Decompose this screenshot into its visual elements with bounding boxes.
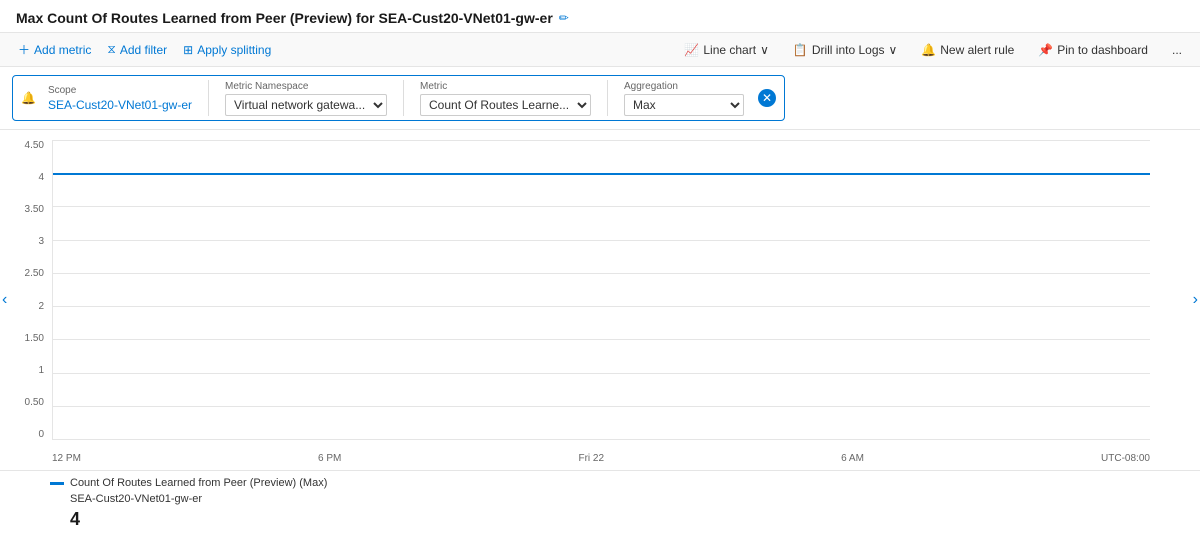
apply-splitting-label: Apply splitting: [197, 43, 271, 57]
x-label-6pm: 6 PM: [318, 453, 341, 464]
chart-nav-right-button[interactable]: ›: [1193, 291, 1198, 309]
plus-icon: ＋: [18, 41, 30, 58]
filter-divider-1: [208, 80, 209, 116]
metric-select[interactable]: Count Of Routes Learne...: [420, 94, 591, 116]
legend-item: Count Of Routes Learned from Peer (Previ…: [50, 477, 1150, 489]
filter-divider-2: [403, 80, 404, 116]
scope-bell-icon: 🔔: [21, 91, 36, 105]
metric-namespace-label: Metric Namespace: [225, 81, 387, 92]
drill-into-logs-label: Drill into Logs: [812, 43, 885, 57]
filter-box: 🔔 Scope SEA-Cust20-VNet01-gw-er Metric N…: [12, 75, 785, 121]
chevron-down-icon: ∨: [760, 43, 769, 57]
aggregation-section: Aggregation Max Min Avg Sum Count: [624, 81, 744, 116]
data-line: [53, 173, 1150, 175]
y-label-3-50: 3.50: [25, 204, 44, 215]
toolbar: ＋ Add metric ⧖ Add filter ⊞ Apply splitt…: [0, 32, 1200, 67]
filter-icon: ⧖: [107, 42, 115, 57]
chevron-down-icon2: ∨: [889, 43, 898, 57]
line-chart-label: Line chart: [703, 43, 756, 57]
new-alert-rule-label: New alert rule: [940, 43, 1014, 57]
line-chart-button[interactable]: 📈 Line chart ∨: [678, 39, 774, 61]
add-metric-label: Add metric: [34, 43, 91, 57]
toolbar-right: 📈 Line chart ∨ 📋 Drill into Logs ∨ 🔔 New…: [678, 39, 1188, 61]
logs-icon: 📋: [793, 43, 808, 57]
metric-namespace-section: Metric Namespace Virtual network gatewa.…: [225, 81, 387, 116]
legend-label: Count Of Routes Learned from Peer (Previ…: [70, 477, 327, 489]
scope-section: Scope SEA-Cust20-VNet01-gw-er: [48, 85, 192, 112]
grid-line-6: [53, 306, 1150, 307]
metric-section: Metric Count Of Routes Learne...: [420, 81, 591, 116]
y-label-4: 4: [38, 172, 44, 183]
legend-color-swatch: [50, 482, 64, 485]
grid-line-8: [53, 373, 1150, 374]
add-filter-button[interactable]: ⧖ Add filter: [101, 38, 173, 61]
x-label-fri22: Fri 22: [578, 453, 604, 464]
more-options-label: ...: [1172, 43, 1182, 57]
scope-label: Scope: [48, 85, 192, 96]
grid-line-4: [53, 240, 1150, 241]
grid-line-3: [53, 206, 1150, 207]
y-label-0-50: 0.50: [25, 397, 44, 408]
x-label-utc: UTC-08:00: [1101, 453, 1150, 464]
metric-namespace-select[interactable]: Virtual network gatewa...: [225, 94, 387, 116]
legend-value: 4: [50, 509, 1150, 530]
metric-label: Metric: [420, 81, 591, 92]
split-icon: ⊞: [183, 43, 193, 57]
grid-line-9: [53, 406, 1150, 407]
drill-into-logs-button[interactable]: 📋 Drill into Logs ∨: [787, 39, 903, 61]
y-label-3: 3: [38, 236, 44, 247]
page-header: Max Count Of Routes Learned from Peer (P…: [0, 0, 1200, 32]
filter-bar: 🔔 Scope SEA-Cust20-VNet01-gw-er Metric N…: [0, 67, 1200, 130]
y-label-0: 0: [38, 429, 44, 440]
y-label-1-50: 1.50: [25, 333, 44, 344]
alert-icon: 🔔: [921, 43, 936, 57]
y-label-1: 1: [38, 365, 44, 376]
chart-wrapper: ‹ › 4.50 4 3.50 3 2.50 2 1.50 1 0.50 0: [0, 130, 1200, 470]
grid-line-1: [53, 140, 1150, 141]
add-filter-label: Add filter: [120, 43, 167, 57]
apply-splitting-button[interactable]: ⊞ Apply splitting: [177, 39, 277, 61]
y-label-2-50: 2.50: [25, 268, 44, 279]
filter-divider-3: [607, 80, 608, 116]
y-label-2: 2: [38, 301, 44, 312]
aggregation-select[interactable]: Max Min Avg Sum Count: [624, 94, 744, 116]
toolbar-left: ＋ Add metric ⧖ Add filter ⊞ Apply splitt…: [12, 37, 277, 62]
pin-icon: 📌: [1038, 43, 1053, 57]
scope-value-button[interactable]: SEA-Cust20-VNet01-gw-er: [48, 98, 192, 112]
x-label-6am: 6 AM: [841, 453, 864, 464]
x-label-12pm: 12 PM: [52, 453, 81, 464]
legend: Count Of Routes Learned from Peer (Previ…: [0, 470, 1200, 536]
grid-line-7: [53, 339, 1150, 340]
grid-line-5: [53, 273, 1150, 274]
chart-nav-left-button[interactable]: ‹: [2, 291, 7, 309]
page-title: Max Count Of Routes Learned from Peer (P…: [16, 10, 553, 26]
edit-icon[interactable]: ✏: [559, 11, 569, 25]
pin-to-dashboard-button[interactable]: 📌 Pin to dashboard: [1032, 39, 1154, 61]
line-chart-icon: 📈: [684, 43, 699, 57]
pin-to-dashboard-label: Pin to dashboard: [1057, 43, 1148, 57]
legend-sublabel: SEA-Cust20-VNet01-gw-er: [70, 493, 202, 505]
more-options-button[interactable]: ...: [1166, 39, 1188, 61]
y-label-4-50: 4.50: [25, 140, 44, 151]
filter-close-button[interactable]: ✕: [758, 89, 776, 107]
new-alert-rule-button[interactable]: 🔔 New alert rule: [915, 39, 1020, 61]
add-metric-button[interactable]: ＋ Add metric: [12, 37, 97, 62]
aggregation-label: Aggregation: [624, 81, 744, 92]
